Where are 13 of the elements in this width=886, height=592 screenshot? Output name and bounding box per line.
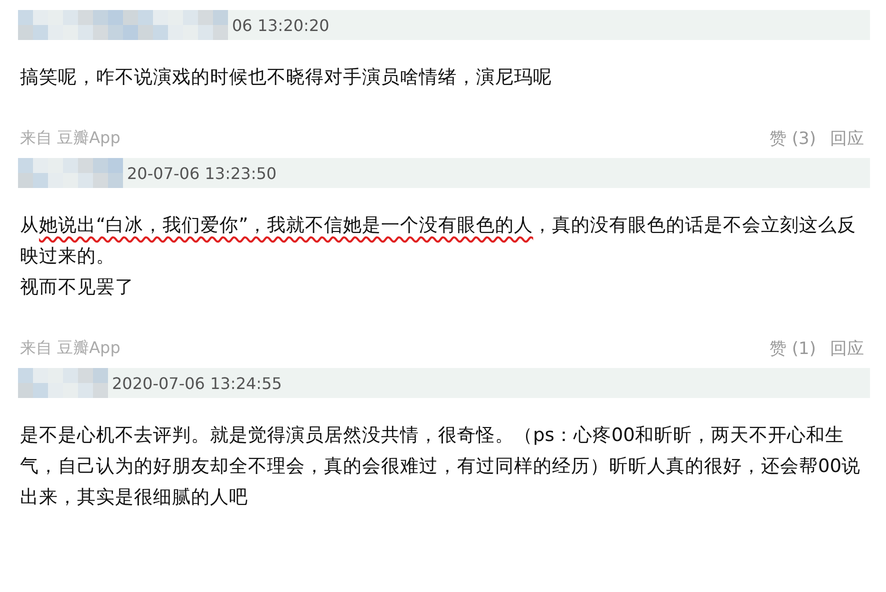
like-button[interactable]: 赞 (1)	[770, 337, 816, 360]
reply-button[interactable]: 回应	[830, 127, 864, 150]
reply-button[interactable]: 回应	[830, 337, 864, 360]
source-label: 来自 豆瓣App	[20, 338, 120, 359]
comment-time: 20-07-06 13:23:50	[127, 164, 277, 182]
comment-text: 从她说出“白冰，我们爱你”，我就不信她是一个没有眼色的人，真的没有眼色的话是不会立刻这么反映过来的。	[20, 214, 858, 269]
like-button[interactable]: 赞 (3)	[770, 127, 816, 150]
comment-time: 06 13:20:20	[232, 16, 330, 34]
source-label: 来自 豆瓣App	[20, 128, 120, 149]
comment-text: 视而不见罢了	[20, 276, 135, 300]
comment-text: 是不是心机不去评判。就是觉得演员居然没共情，很奇怪。（ps：心疼00和昕昕，两天不开心和生气，自己认为的好朋友却全不理会，真的会很难过，有过同样的经历）昕昕人真的很好，还会帮00说出来，其实是很细腻的人吧	[20, 424, 862, 510]
comment-text: 搞笑呢，咋不说演戏的时候也不晓得对手演员啥情绪，演尼玛呢	[20, 66, 553, 90]
comment-time: 2020-07-06 13:24:55	[112, 374, 282, 392]
